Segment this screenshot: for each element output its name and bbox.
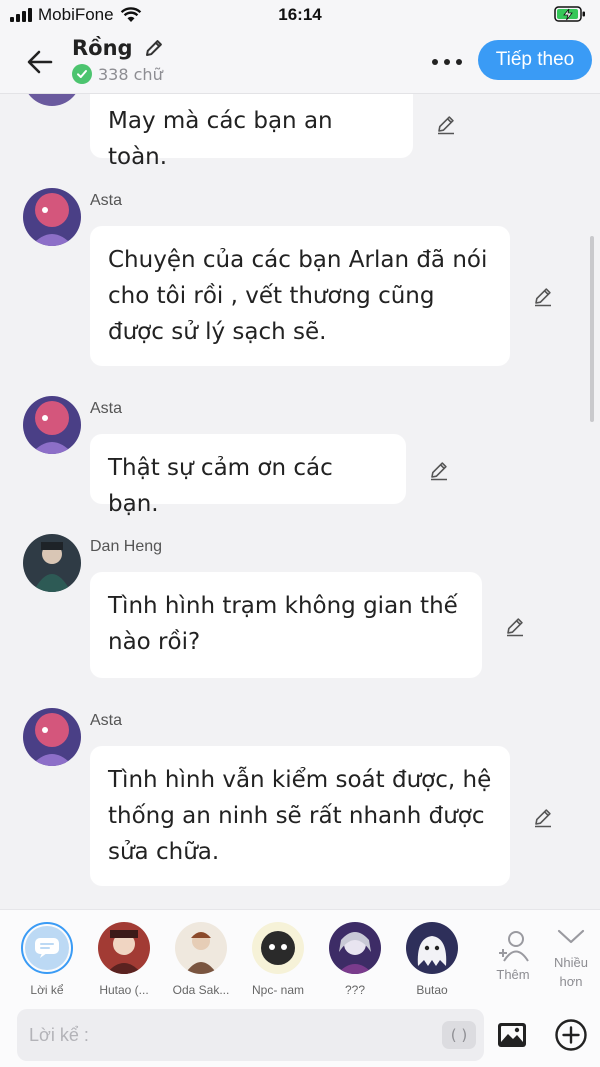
- more-options-icon[interactable]: [432, 48, 462, 76]
- character-avatar: [175, 922, 227, 974]
- edit-title-icon[interactable]: [143, 37, 165, 59]
- character-avatar: [98, 922, 150, 974]
- more-characters-label: Nhiều hơn: [554, 955, 588, 989]
- avatar-asta[interactable]: [23, 396, 81, 454]
- check-icon: [72, 64, 92, 84]
- character-hutao[interactable]: Hutao (...: [89, 922, 159, 997]
- word-count-row: 338 chữ: [72, 64, 165, 84]
- add-character-label: Thêm: [496, 967, 530, 982]
- chat-area[interactable]: May mà các bạn an toàn. Asta Chuyện của …: [0, 94, 600, 909]
- character-label: Npc- nam: [251, 983, 304, 997]
- message-text: Tình hình trạm không gian thế nào rồi?: [108, 593, 458, 655]
- add-person-icon: [499, 931, 529, 962]
- edit-message-icon[interactable]: [434, 112, 458, 136]
- narrator-avatar: [21, 922, 73, 974]
- avatar-asta[interactable]: [23, 188, 81, 246]
- story-title: Rồng: [72, 36, 133, 60]
- title-row[interactable]: Rồng: [72, 36, 165, 60]
- message-text: Thật sự cảm ơn các bạn.: [108, 455, 333, 517]
- message-text: Chuyện của các bạn Arlan đã nói cho tôi …: [108, 247, 488, 345]
- message-text: May mà các bạn an toàn.: [108, 108, 333, 170]
- speaker-name: Asta: [90, 192, 123, 209]
- speech-icon: [35, 938, 59, 958]
- message-text: Tình hình vẫn kiểm soát được, hệ thống a…: [108, 767, 492, 865]
- next-button[interactable]: Tiếp theo: [478, 40, 592, 80]
- edit-message-icon[interactable]: [531, 284, 555, 308]
- avatar-asta[interactable]: [23, 708, 81, 766]
- speaker-name: Asta: [90, 712, 123, 729]
- chat-scrollbar[interactable]: [590, 236, 594, 422]
- character-narrator[interactable]: Lời kể: [12, 922, 82, 997]
- battery-icon: [554, 5, 586, 28]
- character-bar: Lời kể Hutao (... Oda Sak... Npc- nam ??…: [0, 909, 600, 999]
- character-oda-sak[interactable]: Oda Sak...: [166, 922, 236, 997]
- status-time: 16:14: [278, 5, 322, 24]
- edit-message-icon[interactable]: [427, 458, 451, 482]
- edit-message-icon[interactable]: [531, 805, 555, 829]
- parenthesis-button[interactable]: ( ): [442, 1021, 476, 1049]
- word-count: 338 chữ: [98, 64, 163, 84]
- chat-header: Rồng 338 chữ Tiếp theo: [0, 30, 600, 94]
- message-bubble[interactable]: Thật sự cảm ơn các bạn.: [90, 434, 406, 517]
- edit-message-icon[interactable]: [503, 614, 527, 638]
- character-npc-nam[interactable]: Npc- nam: [243, 922, 313, 997]
- input-bar: ( ): [0, 999, 600, 1067]
- more-characters-button[interactable]: Nhiều hơn: [546, 924, 596, 991]
- character-unknown[interactable]: ???: [320, 922, 390, 997]
- character-label: Lời kể: [30, 983, 64, 997]
- speaker-name: Dan Heng: [90, 538, 163, 555]
- message-bubble[interactable]: May mà các bạn an toàn.: [90, 94, 413, 170]
- character-label: Hutao (...: [99, 983, 149, 997]
- add-character-button[interactable]: Thêm: [490, 928, 536, 982]
- message-bubble[interactable]: Tình hình trạm không gian thế nào rồi?: [90, 572, 482, 678]
- back-arrow-icon: [27, 50, 53, 74]
- message-bubble[interactable]: Chuyện của các bạn Arlan đã nói cho tôi …: [90, 226, 510, 366]
- character-label: Butao: [416, 983, 448, 997]
- speaker-name: Asta: [90, 400, 123, 417]
- character-butao[interactable]: Butao: [397, 922, 467, 997]
- message-bubble[interactable]: Tình hình vẫn kiểm soát được, hệ thống a…: [90, 746, 510, 886]
- narration-input[interactable]: [17, 1009, 417, 1061]
- character-avatar: [329, 922, 381, 974]
- narration-input-box[interactable]: ( ): [17, 1009, 484, 1061]
- avatar-asta[interactable]: [23, 94, 81, 106]
- back-button[interactable]: [22, 44, 58, 80]
- character-avatar: [252, 922, 304, 974]
- character-label: ???: [344, 983, 366, 997]
- avatar-dan-heng[interactable]: [23, 534, 81, 592]
- character-label: Oda Sak...: [172, 983, 230, 997]
- add-icon[interactable]: [554, 1018, 588, 1052]
- image-icon[interactable]: [496, 1020, 528, 1050]
- character-avatar: [406, 922, 458, 974]
- chevron-down-icon: [557, 929, 585, 944]
- story-title-block: Rồng 338 chữ: [72, 36, 165, 84]
- status-bar: MobiFone 16:14: [0, 0, 600, 30]
